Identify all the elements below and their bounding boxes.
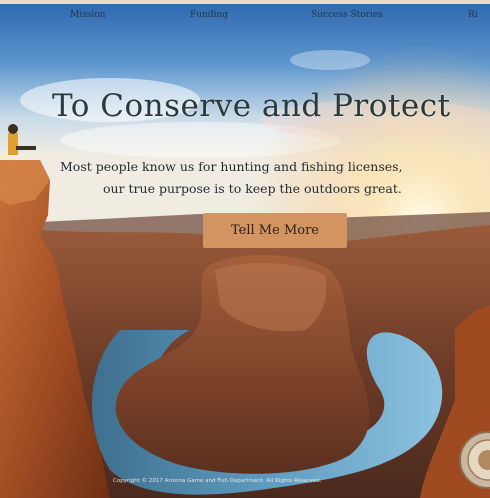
copyright-text: Copyright © 2017 Arizona Game and Fish D… (113, 478, 322, 484)
main-navigation: Mission Funding Success Stories Ri (0, 10, 490, 26)
hero-subtitle-line-2: our true purpose is to keep the outdoors… (103, 181, 402, 196)
canyon-background-image (0, 0, 490, 498)
hero-title: To Conserve and Protect (52, 88, 451, 124)
nav-link-funding[interactable]: Funding (190, 10, 228, 20)
hero-subtitle: Most people know us for hunting and fish… (60, 156, 490, 200)
nav-link-more[interactable]: Ri (468, 10, 478, 20)
hero-page: Mission Funding Success Stories Ri To Co… (0, 0, 490, 498)
nav-link-mission[interactable]: Mission (70, 10, 105, 20)
hero-subtitle-line-1: Most people know us for hunting and fish… (60, 159, 403, 174)
tell-me-more-button[interactable]: Tell Me More (203, 213, 347, 248)
nav-link-success-stories[interactable]: Success Stories (311, 10, 383, 20)
top-accent-bar (0, 0, 490, 4)
agency-seal-icon (459, 431, 490, 489)
